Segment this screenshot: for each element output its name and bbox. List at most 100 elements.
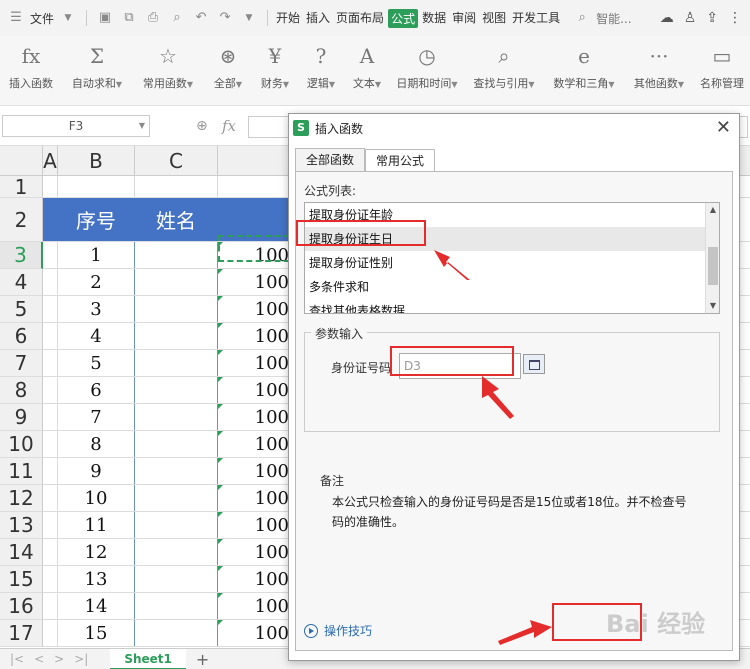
cell-name[interactable] — [135, 431, 218, 457]
header-cell-seq[interactable]: 序号 — [58, 198, 135, 241]
scroll-down-icon[interactable]: ▼ — [706, 299, 719, 313]
chevron-down-icon[interactable]: ▼ — [60, 10, 76, 26]
export-icon[interactable]: ⧉ — [121, 10, 137, 26]
cloud-icon[interactable]: ☁ — [660, 10, 674, 26]
ribbon-button-3[interactable]: ⊛ 全部▼ — [204, 36, 252, 106]
zoom-icon[interactable]: ⊕ — [196, 118, 208, 134]
cell-number[interactable]: 6 — [58, 377, 135, 403]
column-header-d[interactable] — [218, 146, 290, 176]
cell-c[interactable] — [135, 176, 218, 197]
print-icon[interactable]: ⎙ — [145, 10, 161, 26]
cell-a[interactable] — [43, 566, 58, 592]
cell-name[interactable] — [135, 350, 218, 376]
range-picker-icon[interactable] — [523, 354, 545, 374]
column-header-a[interactable]: A — [43, 146, 58, 176]
cell-number[interactable]: 3 — [58, 296, 135, 322]
menu-tab-6[interactable]: 视图 — [480, 9, 508, 28]
cell-a[interactable] — [43, 431, 58, 457]
file-menu[interactable]: 文件 — [28, 10, 56, 27]
next-sheet-icon[interactable]: > — [54, 652, 64, 666]
cell-value[interactable]: 100 — [218, 431, 290, 457]
ribbon-button-2[interactable]: ☆ 常用函数▼ — [132, 36, 204, 106]
cell-name[interactable] — [135, 512, 218, 538]
menu-tab-7[interactable]: 开发工具 — [510, 9, 562, 28]
close-icon[interactable]: ✕ — [716, 117, 731, 138]
scroll-thumb[interactable] — [708, 247, 718, 285]
cell-value[interactable]: 100 — [218, 512, 290, 538]
select-all-corner[interactable] — [0, 146, 43, 176]
cell-number[interactable]: 1 — [58, 242, 135, 268]
row-header[interactable]: 3 — [0, 242, 43, 269]
cell-value[interactable]: 100 — [218, 485, 290, 511]
cell-name[interactable] — [135, 620, 218, 646]
cell-value[interactable]: 100 — [218, 296, 290, 322]
cell-a[interactable] — [43, 458, 58, 484]
cell-number[interactable]: 12 — [58, 539, 135, 565]
cell-number[interactable]: 2 — [58, 269, 135, 295]
cell-number[interactable]: 10 — [58, 485, 135, 511]
cell-value[interactable]: 100 — [218, 458, 290, 484]
cell-number[interactable]: 8 — [58, 431, 135, 457]
cell-a[interactable] — [43, 593, 58, 619]
cell-number[interactable]: 15 — [58, 620, 135, 646]
cell-name[interactable] — [135, 566, 218, 592]
sheet-tab[interactable]: Sheet1 — [110, 648, 186, 669]
ribbon-button-11[interactable]: ▭ 名称管理 — [694, 36, 750, 106]
more-icon[interactable]: ⋮ — [728, 10, 742, 26]
row-header[interactable]: 17 — [0, 620, 43, 647]
cell-a[interactable] — [43, 539, 58, 565]
cell-a[interactable] — [43, 296, 58, 322]
cell-value[interactable]: 100 — [218, 350, 290, 376]
cell-number[interactable]: 7 — [58, 404, 135, 430]
ribbon-button-4[interactable]: ¥ 财务▼ — [252, 36, 298, 106]
menu-tab-0[interactable]: 开始 — [274, 9, 302, 28]
share-icon[interactable]: ⇪ — [706, 10, 718, 26]
cell-value[interactable]: 100 — [218, 323, 290, 349]
cell-name[interactable] — [135, 593, 218, 619]
cell-name[interactable] — [135, 323, 218, 349]
cell-b[interactable] — [58, 176, 135, 197]
ribbon-button-10[interactable]: ··· 其他函数▼ — [624, 36, 694, 106]
ribbon-button-6[interactable]: A 文本▼ — [344, 36, 390, 106]
cell-name[interactable] — [135, 485, 218, 511]
list-item[interactable]: 多条件求和 — [305, 275, 719, 299]
chevron-down-icon[interactable]: ▼ — [139, 116, 145, 136]
cell-number[interactable]: 9 — [58, 458, 135, 484]
ribbon-button-7[interactable]: ◷ 日期和时间▼ — [390, 36, 464, 106]
cell-name[interactable] — [135, 269, 218, 295]
cell-a[interactable] — [43, 620, 58, 646]
cell-name[interactable] — [135, 404, 218, 430]
menu-tab-1[interactable]: 插入 — [304, 9, 332, 28]
cell-value[interactable]: 100 — [218, 620, 290, 646]
add-sheet-icon[interactable]: + — [196, 650, 209, 669]
row-header[interactable]: 15 — [0, 566, 43, 593]
name-box[interactable]: F3 ▼ — [2, 115, 150, 137]
row-header[interactable]: 7 — [0, 350, 43, 377]
ribbon-button-0[interactable]: fx 插入函数 — [0, 36, 62, 106]
cell-selection-f3[interactable] — [218, 235, 290, 262]
cell-a[interactable] — [43, 323, 58, 349]
tips-link[interactable]: 操作技巧 — [304, 622, 372, 639]
undo-icon[interactable]: ↶ — [193, 10, 209, 26]
last-sheet-icon[interactable]: >| — [74, 652, 88, 666]
cell-a[interactable] — [43, 242, 58, 268]
row-header[interactable]: 12 — [0, 485, 43, 512]
first-sheet-icon[interactable]: |< — [10, 652, 24, 666]
row-header[interactable]: 11 — [0, 458, 43, 485]
save-icon[interactable]: ▣ — [97, 10, 113, 26]
column-header-c[interactable]: C — [135, 146, 218, 176]
row-header[interactable]: 14 — [0, 539, 43, 566]
cell-a[interactable] — [43, 377, 58, 403]
menu-tab-5[interactable]: 审阅 — [450, 9, 478, 28]
cell-a[interactable] — [43, 176, 58, 197]
row-header[interactable]: 2 — [0, 198, 43, 242]
smart-search[interactable]: 智能... — [594, 10, 633, 27]
row-header[interactable]: 4 — [0, 269, 43, 296]
menu-tab-4[interactable]: 数据 — [420, 9, 448, 28]
list-scrollbar[interactable]: ▲ ▼ — [705, 203, 719, 313]
scroll-up-icon[interactable]: ▲ — [706, 203, 719, 217]
cell-a[interactable] — [43, 512, 58, 538]
ribbon-button-1[interactable]: Σ 自动求和▼ — [62, 36, 132, 106]
prev-sheet-icon[interactable]: < — [34, 652, 44, 666]
customize-icon[interactable]: ▼ — [241, 10, 257, 26]
